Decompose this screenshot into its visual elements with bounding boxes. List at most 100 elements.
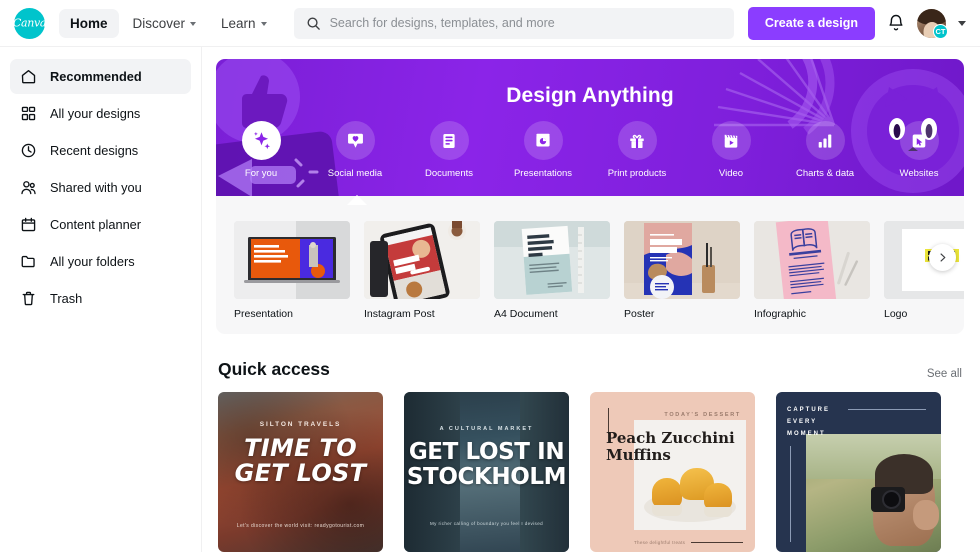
sidebar-item-all-your-designs[interactable]: All your designs (10, 96, 191, 131)
gift-icon (630, 134, 644, 148)
muffin-shape (704, 483, 732, 510)
quick-access-card-peach-zucchini-muffins[interactable]: TODAY'S DESSERT Peach Zucchini Muffins T… (590, 392, 755, 552)
sidebar-item-content-planner[interactable]: Content planner (10, 207, 191, 242)
template-card-poster[interactable]: Poster (624, 221, 740, 320)
carousel-next-button[interactable] (929, 244, 956, 271)
grid-icon (21, 106, 36, 121)
chevron-down-icon (260, 22, 267, 26)
poster-preview-image (624, 221, 740, 299)
canva-home-page: Canva Home Discover Learn Create a desig… (0, 0, 980, 552)
print-products-circle (617, 121, 657, 160)
banner-category-documents[interactable]: Documents (414, 121, 484, 179)
sidebar-item-label: Recent designs (50, 143, 139, 158)
hand-shape (913, 500, 939, 530)
template-card-instagram-post[interactable]: Instagram Post (364, 221, 480, 320)
banner-category-presentations[interactable]: Presentations (508, 121, 578, 179)
presentation-icon (536, 133, 550, 147)
nav-item-home-label: Home (70, 15, 108, 31)
infographic-preview-image (754, 221, 870, 299)
quick-access-card-get-lost-in-stockholm[interactable]: A CULTURAL MARKET GET LOST IN STOCKHOLM … (404, 392, 569, 552)
quick-access-grid: SILTON TRAVELS TIME TO GET LOST Let's di… (216, 392, 964, 552)
banner-category-for-you[interactable]: For you (226, 121, 296, 179)
presentations-circle (523, 121, 563, 160)
template-card-presentation[interactable]: Presentation (234, 221, 350, 320)
video-circle (711, 121, 751, 160)
banner-category-video[interactable]: Video (696, 121, 766, 179)
sidebar-item-label: All your designs (50, 106, 141, 121)
sidebar-item-label: Recommended (50, 69, 142, 84)
sidebar-item-recommended[interactable]: Recommended (10, 59, 191, 94)
quick-access-card-footer: These delightful treats (634, 540, 686, 545)
quick-access-card-capture-every-moment[interactable]: CAPTURE EVERY MOMENT (776, 392, 941, 552)
canva-logo[interactable]: Canva (12, 7, 47, 39)
template-card-a4-document[interactable]: A4 Document (494, 221, 610, 320)
template-list: Presentation Instagram Post A4 Document … (216, 205, 964, 334)
template-label: Presentation (234, 308, 293, 320)
search-icon (307, 17, 320, 30)
quick-access-card-title: Peach Zucchini Muffins (606, 429, 735, 465)
banner-category-websites[interactable]: Websites (884, 121, 954, 179)
bell-icon[interactable] (886, 13, 906, 33)
nav-item-learn[interactable]: Learn (210, 9, 278, 38)
charts-data-circle (805, 121, 845, 160)
sidebar-item-trash[interactable]: Trash (10, 281, 191, 316)
sidebar-item-label: All your folders (50, 254, 135, 269)
muffin-liner (704, 507, 732, 517)
template-label: Poster (624, 308, 655, 320)
banner-title: Design Anything (506, 84, 674, 107)
chevron-right-icon (940, 253, 946, 262)
sidebar-item-shared-with-you[interactable]: Shared with you (10, 170, 191, 205)
template-card-infographic[interactable]: Infographic (754, 221, 870, 320)
account-chevron-down-icon[interactable] (958, 20, 966, 26)
clock-icon (21, 143, 36, 158)
banner-category-label: Social media (327, 168, 383, 179)
photographer-photo (806, 434, 941, 552)
banner-category-charts-and-data[interactable]: Charts & data (790, 121, 860, 179)
bar-chart-icon (818, 134, 832, 148)
people-icon (21, 181, 36, 195)
folder-icon (21, 255, 35, 268)
avatar[interactable]: CT (917, 8, 948, 39)
website-icon (912, 134, 926, 147)
banner-category-print-products[interactable]: Print products (602, 121, 672, 179)
search-bar[interactable] (293, 7, 734, 39)
divider (848, 409, 926, 410)
chevron-down-icon (190, 22, 197, 26)
template-thumbnail (754, 221, 870, 299)
quick-access-card-eyebrow: SILTON TRAVELS (259, 421, 342, 428)
banner-category-list: For you Social media Documents Presentat… (216, 121, 964, 179)
muffin-shape (652, 478, 682, 508)
documents-circle (429, 121, 469, 160)
sidebar-item-label: Trash (50, 291, 83, 306)
nav-item-home[interactable]: Home (59, 8, 119, 38)
search-input[interactable] (329, 16, 722, 30)
heart-chat-icon (347, 133, 363, 148)
banner-category-label: Documents (424, 168, 474, 179)
banner-category-label: For you (244, 168, 278, 179)
banner-category-label: Websites (899, 168, 939, 179)
nav-item-discover-label: Discover (132, 15, 186, 31)
canva-logo-text: Canva (12, 16, 47, 29)
create-a-design-button[interactable]: Create a design (747, 6, 875, 40)
banner-category-social-media[interactable]: Social media (320, 121, 390, 179)
sidebar-item-all-your-folders[interactable]: All your folders (10, 244, 191, 279)
avatar-initials-badge: CT (933, 23, 948, 39)
quick-access-card-time-to-get-lost[interactable]: SILTON TRAVELS TIME TO GET LOST Let's di… (218, 392, 383, 552)
quick-access-card-eyebrow: CAPTURE EVERY MOMENT (787, 407, 831, 437)
template-card-logo[interactable]: Logo (884, 221, 964, 320)
muffin-liner (652, 505, 682, 516)
social-media-circle (335, 121, 375, 160)
quick-access-see-all-link[interactable]: See all (927, 368, 962, 380)
template-thumbnail (494, 221, 610, 299)
nav-item-discover[interactable]: Discover (122, 9, 208, 38)
template-label: Logo (884, 308, 908, 320)
top-header: Canva Home Discover Learn Create a desig… (0, 0, 980, 47)
instagram-post-preview-image (364, 221, 480, 299)
presentation-preview-image (234, 221, 350, 299)
quick-access-title: Quick access (218, 359, 330, 379)
quick-access-card-eyebrow: A CULTURAL MARKET (439, 426, 534, 432)
sidebar-item-recent-designs[interactable]: Recent designs (10, 133, 191, 168)
quick-access-card-title: TIME TO GET LOST (234, 434, 367, 488)
design-anything-banner: Design Anything For you Social media Doc… (216, 59, 964, 205)
template-thumbnail (364, 221, 480, 299)
